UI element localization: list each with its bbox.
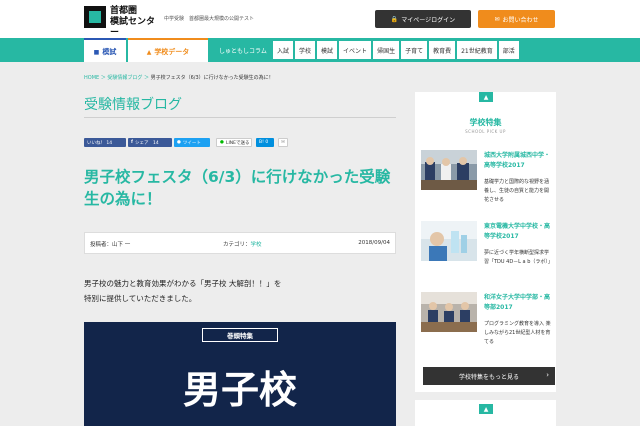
mypage-login-label: マイページログイン: [401, 16, 456, 24]
sidebar-school-item[interactable]: 東京電機大学中学校・高等学校2017 夢に近づく学年横断型探求学習「TDU 4D…: [421, 221, 553, 269]
logo-line1: 首都圏: [110, 6, 138, 16]
twitter-icon: ●: [177, 140, 181, 145]
article-category: カテゴリ：学校: [223, 240, 262, 248]
lock-icon: 🔒: [390, 15, 399, 23]
mail-icon: ✉: [281, 140, 285, 145]
school-thumbnail: [421, 292, 477, 332]
school-name: 東京電機大学中学校・高等学校2017: [484, 223, 551, 240]
breadcrumb-sep: ＞: [100, 75, 106, 81]
share-label: シェア 14: [134, 140, 159, 146]
article-body: 男子校の魅力と教育効果がわかる「男子校 大解剖！！」を 特別に提供していただきま…: [84, 276, 396, 306]
mail-share-button[interactable]: ✉: [278, 138, 288, 147]
school-icon: ▲: [479, 404, 493, 414]
sidebar-subtitle: SCHOOL PICK UP: [465, 129, 506, 134]
sidebar-title: 学校特集: [469, 118, 502, 127]
chevron-right-icon: ›: [546, 371, 549, 379]
nav-item-parenting[interactable]: 子育て: [401, 41, 428, 59]
line-icon: ●: [220, 140, 224, 145]
tab-mogi-label: 模試: [102, 48, 117, 56]
banner-headline: 男子校: [182, 368, 297, 412]
page-title: 受験情報ブログ: [84, 97, 182, 113]
category-link[interactable]: 学校: [251, 242, 262, 248]
divider: [84, 117, 396, 118]
column-link[interactable]: しゅともしコラム: [219, 38, 267, 62]
hatena-bookmark-button[interactable]: B! 0: [256, 138, 274, 147]
tab-mogi[interactable]: ■ 模試: [84, 38, 126, 64]
tab-school-data-label: 学校データ: [154, 48, 190, 56]
tweet-button[interactable]: ● ツイート: [174, 138, 210, 147]
nav-item-club[interactable]: 部活: [498, 41, 519, 59]
mail-icon: ✉: [494, 15, 500, 23]
article-title: 男子校フェスタ（6/3）に行けなかった受験生の為に！: [84, 168, 391, 208]
nav-item-mogi[interactable]: 模試: [317, 41, 338, 59]
nav-item-21c[interactable]: 21世紀教育: [457, 41, 497, 59]
body-line2: 特別に提供していただきました。: [84, 294, 197, 303]
school-description: プログラミング教育を導入 楽しみながら21世紀型人材を育てる: [484, 321, 551, 345]
line-share-button[interactable]: ● LINEで送る: [216, 138, 252, 147]
breadcrumb: HOME ＞ 受験情報ブログ ＞ 男子校フェスタ（6/3）に行けなかった受験生の…: [84, 74, 274, 81]
hatena-label: B! 0: [259, 140, 269, 145]
breadcrumb-home[interactable]: HOME: [84, 75, 99, 81]
more-schools-button[interactable]: 学校特集をもっと見る ›: [423, 367, 555, 385]
sidebar-school-item[interactable]: 和洋女子大学中学部・高等部2017 プログラミング教育を導入 楽しみながら21世…: [421, 292, 551, 345]
feature-banner-image: 巻頭特集 男子校: [84, 322, 396, 426]
facebook-icon: f: [131, 140, 133, 145]
body-line1: 男子校の魅力と教育効果がわかる「男子校 大解剖！！」を: [84, 279, 282, 288]
site-logo-text[interactable]: 首都圏 模試センター: [110, 6, 160, 39]
school-description: 夢に近づく学年横断型探求学習「TDU 4D－L a b（ラボ）」: [484, 250, 553, 265]
article-date: 2018/09/04: [358, 240, 390, 246]
banner-label: 巻頭特集: [202, 328, 278, 342]
category-label: カテゴリ：: [223, 242, 251, 248]
document-icon: ■: [93, 48, 100, 56]
school-name: 和洋女子大学中学部・高等部2017: [484, 294, 551, 311]
school-icon: ▲: [146, 48, 152, 56]
school-thumbnail: [421, 221, 477, 261]
mypage-login-button[interactable]: 🔒 マイページログイン: [375, 10, 471, 28]
logo-line2: 模試センター: [110, 17, 156, 38]
article-author: 投稿者：山下 一: [90, 242, 131, 248]
site-tagline: 中学受験 首都圏最大規模の公開テスト: [164, 16, 255, 22]
school-name: 城西大学附属城西中学・高等学校2017: [484, 152, 551, 169]
breadcrumb-sep: ＞: [143, 75, 149, 81]
contact-button[interactable]: ✉ お問い合わせ: [478, 10, 555, 28]
breadcrumb-current: 男子校フェスタ（6/3）に行けなかった受験生の為に！: [150, 75, 274, 81]
nav-item-exam[interactable]: 入試: [273, 41, 294, 59]
facebook-like-button[interactable]: いいね！ 14: [84, 138, 126, 147]
more-schools-label: 学校特集をもっと見る: [458, 373, 519, 381]
nav-item-event[interactable]: イベント: [339, 41, 372, 59]
tweet-label: ツイート: [182, 140, 201, 146]
contact-label: お問い合わせ: [502, 16, 539, 24]
nav-item-cost[interactable]: 教育費: [429, 41, 456, 59]
sidebar-school-item[interactable]: 城西大学附属城西中学・高等学校2017 基礎学力と国際的な視野を涵養し、生徒の自…: [421, 150, 551, 203]
breadcrumb-blog[interactable]: 受験情報ブログ: [107, 75, 142, 81]
nav-item-school[interactable]: 学校: [295, 41, 316, 59]
school-icon: ▲: [479, 92, 493, 102]
school-description: 基礎学力と国際的な視野を涵養し、生徒の自質と能力を開花させる: [484, 179, 550, 203]
article-meta: 投稿者：山下 一 カテゴリ：学校 2018/09/04: [84, 232, 396, 254]
like-label: いいね！ 14: [87, 140, 113, 146]
nav-item-returnee[interactable]: 帰国生: [373, 41, 400, 59]
facebook-share-button[interactable]: f シェア 14: [128, 138, 172, 147]
line-label: LINEで送る: [225, 140, 250, 146]
tab-school-data[interactable]: ▲ 学校データ: [128, 38, 208, 64]
school-thumbnail: [421, 150, 477, 190]
nav-items: 入試 学校 模試 イベント 帰国生 子育て 教育費 21世紀教育 部活: [273, 41, 521, 59]
site-logo-mark[interactable]: [84, 6, 106, 28]
